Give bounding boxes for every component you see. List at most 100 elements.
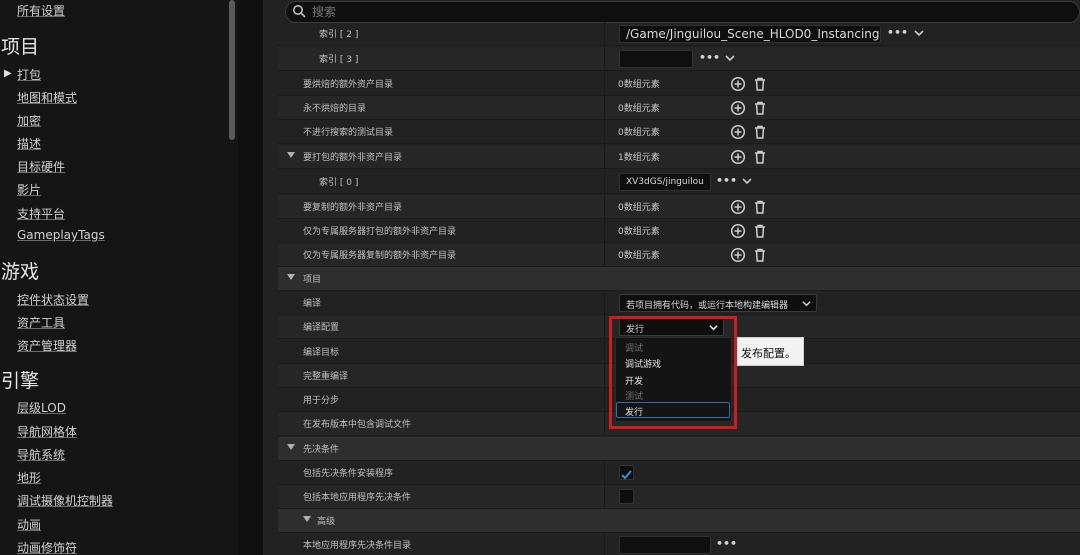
chevron-down-icon[interactable] [914,28,924,38]
setting-row: 仅为专属服务器打包的额外非资产目录 0数组元素 [278,219,1080,243]
search-icon [293,5,306,18]
setting-label: 包括本地应用程序先决条件 [303,493,412,503]
add-icon[interactable] [730,149,746,165]
trash-icon[interactable] [752,223,768,239]
setting-label: 包括先决条件安装程序 [303,469,394,479]
setting-label: 编译 [303,299,322,309]
trash-icon[interactable] [752,199,768,215]
chevron-down-icon [802,301,811,307]
sidebar-item-all-settings[interactable]: 所有设置 [17,2,65,19]
setting-row: 包括本地应用程序先决条件 [278,485,1080,509]
sidebar-item-nav-system[interactable]: 导航系统 [17,446,65,463]
setting-label: 仅为专属服务器打包的额外非资产目录 [303,227,457,237]
index-label: 索引 [ 3 ] [319,55,359,65]
array-count: 0数组元素 [618,227,660,237]
sidebar-item-landscape[interactable]: 地形 [17,469,41,486]
setting-label: 不进行搜索的测试目录 [303,128,394,138]
sidebar-item-description[interactable]: 描述 [17,135,41,152]
sidebar-item-animation[interactable]: 动画 [17,516,41,533]
sidebar-scrollbar[interactable] [229,0,235,140]
trash-icon[interactable] [752,100,768,116]
build-combo[interactable]: 若项目拥有代码，或运行本地构建编辑器 [619,294,817,312]
sidebar-item-maps-modes[interactable]: 地图和模式 [17,89,77,106]
prereq-installer-checkbox[interactable] [619,465,634,480]
setting-label: 完整重编译 [303,372,349,382]
setting-row: 要烘焙的额外资产目录 0数组元素 [278,72,1080,96]
more-options-icon[interactable]: ••• [699,51,720,64]
setting-label: 编译配置 [303,323,340,333]
array-count: 0数组元素 [618,80,660,90]
sidebar-item-supported-platforms[interactable]: 支持平台 [17,205,65,222]
setting-label: 本地应用程序先决条件目录 [303,541,412,551]
trash-icon[interactable] [752,149,768,165]
sidebar-item-navmesh[interactable]: 导航网格体 [17,423,77,440]
index-label: 索引 [ 2 ] [319,30,359,40]
expand-arrow-icon[interactable] [287,444,295,450]
path-field[interactable]: /Game/Jinguilou_Scene_HLOD0_Instancing [619,25,881,43]
expand-arrow-icon[interactable] [287,152,295,158]
sidebar-item-packaging[interactable]: 打包 [17,66,41,83]
setting-label: 永不烘焙的目录 [303,104,367,114]
settings-panel: 索引 [ 2 ] /Game/Jinguilou_Scene_HLOD0_Ins… [263,0,1080,555]
sidebar-item-target-hardware[interactable]: 目标硬件 [17,158,65,175]
more-options-icon[interactable]: ••• [716,537,737,550]
array-count: 0数组元素 [618,251,660,261]
sidebar-item-encryption[interactable]: 加密 [17,112,41,129]
setting-row: 本地应用程序先决条件目录 ••• [278,533,1080,555]
trash-icon[interactable] [752,124,768,140]
expand-arrow-icon[interactable] [303,516,311,522]
setting-row: 不进行搜索的测试目录 0数组元素 [278,120,1080,144]
search-bar[interactable] [285,1,1080,23]
setting-label: 在发布版本中包含调试文件 [303,420,412,430]
section-header-advanced[interactable]: 高级 [278,509,1080,533]
section-header-project[interactable]: 项目 [278,267,1080,291]
category-engine[interactable]: 引擎 [1,366,39,393]
sidebar-item-hlod[interactable]: 层级LOD [17,399,66,416]
add-icon[interactable] [730,223,746,239]
sidebar-item-gameplaytags[interactable]: GameplayTags [17,228,105,242]
sidebar-item-asset-tools[interactable]: 资产工具 [17,314,65,331]
trash-icon[interactable] [752,76,768,92]
chevron-down-icon[interactable] [725,53,735,63]
setting-row: 要打包的额外非资产目录 1数组元素 [278,145,1080,169]
expand-arrow-icon[interactable] [287,274,295,280]
setting-row: 永不烘焙的目录 0数组元素 [278,96,1080,120]
add-icon[interactable] [730,100,746,116]
add-icon[interactable] [730,76,746,92]
category-game[interactable]: 游戏 [1,257,39,284]
path-field[interactable] [619,536,711,554]
setting-label: 要烘焙的额外资产目录 [303,80,394,90]
array-index-row: 索引 [ 0 ] XV3dGS/jinguilou ••• [278,170,1080,194]
add-icon[interactable] [730,199,746,215]
array-index-row: 索引 [ 3 ] ••• [278,47,1080,71]
array-index-row: 索引 [ 2 ] /Game/Jinguilou_Scene_HLOD0_Ins… [278,22,1080,46]
sidebar-item-widget-state[interactable]: 控件状态设置 [17,291,89,308]
app-prereqs-checkbox[interactable] [619,489,634,504]
sidebar-item-debug-camera[interactable]: 调试摄像机控制器 [17,492,113,509]
panel-gutter [238,0,263,555]
section-title: 高级 [317,517,336,527]
category-project[interactable]: 项目 [1,32,39,59]
setting-row: 仅为专属服务器复制的额外非资产目录 0数组元素 [278,243,1080,267]
more-options-icon[interactable]: ••• [887,26,908,39]
setting-row: 要复制的额外非资产目录 0数组元素 [278,195,1080,219]
add-icon[interactable] [730,124,746,140]
path-field[interactable]: XV3dGS/jinguilou [619,173,711,191]
path-field[interactable] [619,50,693,68]
sidebar-item-anim-modifiers[interactable]: 动画修饰符 [17,539,77,555]
sidebar-item-movies[interactable]: 影片 [17,181,41,198]
sidebar: 所有设置 项目 ▶ 打包 地图和模式 加密 描述 目标硬件 影片 支持平台 Ga… [0,0,238,555]
combo-value: 若项目拥有代码，或运行本地构建编辑器 [626,301,789,311]
trash-icon[interactable] [752,247,768,263]
setting-label: 编译目标 [303,348,340,358]
tooltip: 发布配置。 [736,337,804,366]
section-title: 项目 [303,275,322,285]
section-header-prerequisites[interactable]: 先决条件 [278,437,1080,461]
more-options-icon[interactable]: ••• [716,174,737,187]
search-input[interactable] [312,4,612,20]
index-label: 索引 [ 0 ] [319,178,359,188]
chevron-down-icon[interactable] [742,176,752,186]
sidebar-item-asset-manager[interactable]: 资产管理器 [17,337,77,354]
setting-label: 用于分步 [303,396,340,406]
add-icon[interactable] [730,247,746,263]
